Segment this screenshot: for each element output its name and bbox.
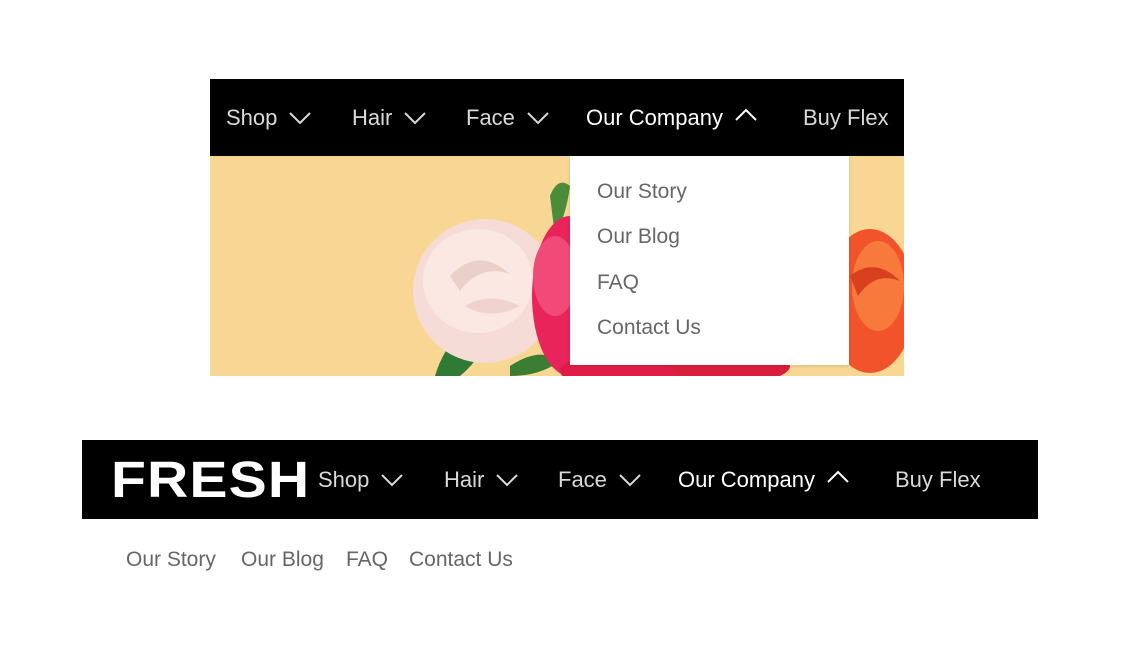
our-company-dropdown: Our Story Our Blog FAQ Contact Us: [570, 156, 849, 365]
chevron-down-icon: [527, 111, 549, 125]
nav-item-label: Buy Flex: [895, 466, 981, 492]
main-nav-with-logo: FRESH Shop Hair Face Our Company Buy Fle…: [82, 440, 1038, 519]
chevron-up-icon: [735, 108, 757, 122]
nav-item-our-company[interactable]: Our Company: [678, 440, 849, 519]
nav-item-shop[interactable]: Shop: [226, 79, 312, 156]
main-nav: Shop Hair Face Our Company Buy Flex: [210, 79, 904, 156]
chevron-down-icon: [404, 111, 427, 125]
nav-item-label: Our Company: [586, 104, 723, 130]
nav-item-buy-flex[interactable]: Buy Flex: [895, 440, 981, 519]
nav-item-shop[interactable]: Shop: [318, 440, 404, 519]
nav-item-label: Buy Flex: [803, 104, 889, 130]
nav-item-face[interactable]: Face: [558, 440, 641, 519]
chevron-down-icon: [381, 473, 404, 487]
nav-item-label: Face: [466, 104, 515, 130]
nav-item-label: Our Company: [678, 466, 815, 492]
nav-item-hair[interactable]: Hair: [352, 79, 427, 156]
nav-item-buy-flex[interactable]: Buy Flex: [803, 79, 889, 156]
nav-item-label: Hair: [444, 466, 485, 492]
subnav-item-our-story[interactable]: Our Story: [126, 545, 216, 575]
dropdown-item-our-blog[interactable]: Our Blog: [597, 225, 680, 249]
dropdown-item-our-story[interactable]: Our Story: [597, 180, 687, 204]
nav-item-label: Hair: [352, 104, 393, 130]
dropdown-menu-mockup: Shop Hair Face Our Company Buy Flex Our …: [210, 79, 904, 376]
chevron-down-icon: [619, 473, 641, 487]
subnav-item-faq[interactable]: FAQ: [346, 545, 388, 575]
subnav-item-our-blog[interactable]: Our Blog: [241, 545, 324, 575]
subnav-item-contact-us[interactable]: Contact Us: [409, 545, 513, 575]
nav-item-face[interactable]: Face: [466, 79, 549, 156]
chevron-down-icon: [289, 111, 312, 125]
chevron-up-icon: [827, 470, 849, 484]
fresh-logo[interactable]: FRESH: [111, 454, 310, 506]
dropdown-item-faq[interactable]: FAQ: [597, 271, 639, 295]
dropdown-item-contact-us[interactable]: Contact Us: [597, 316, 701, 340]
chevron-down-icon: [496, 473, 519, 487]
nav-item-our-company[interactable]: Our Company: [586, 79, 757, 156]
nav-item-hair[interactable]: Hair: [444, 440, 519, 519]
nav-item-label: Shop: [226, 104, 278, 130]
nav-item-label: Shop: [318, 466, 370, 492]
nav-item-label: Face: [558, 466, 607, 492]
